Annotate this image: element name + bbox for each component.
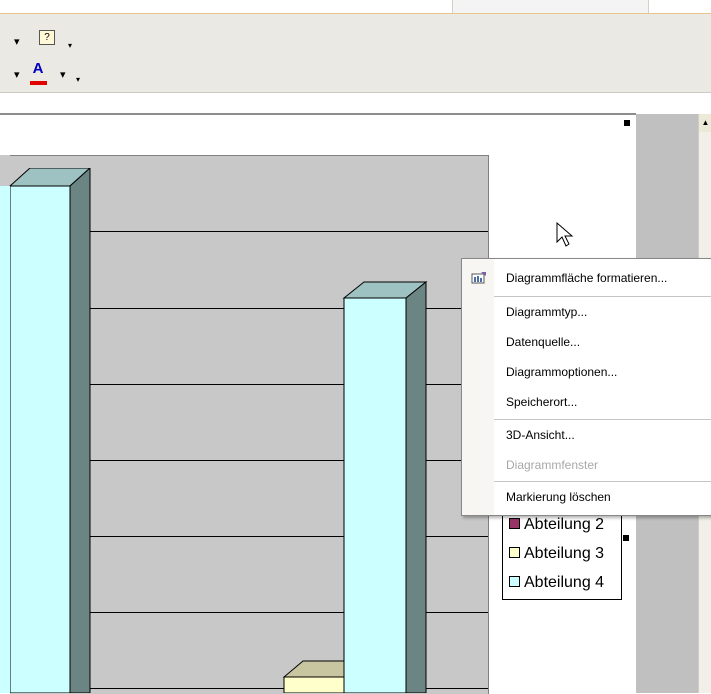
help-icon[interactable]: ? (39, 30, 55, 45)
menu-item-label: Speicherort... (506, 395, 578, 409)
font-color-swatch (30, 81, 47, 85)
bar-side-face (69, 168, 91, 693)
menu-item-label: 3D-Ansicht... (506, 428, 575, 442)
toolbar: ▾ ? ▾ ▾ A ▾ ▾ (0, 14, 711, 93)
menu-item-label: Diagrammtyp... (506, 305, 588, 319)
bar-side-face (405, 281, 427, 693)
bar-front-face (283, 676, 345, 693)
font-color-dropdown-arrow-icon[interactable]: ▾ (60, 70, 66, 81)
help-dropdown-arrow-icon[interactable]: ▾ (68, 40, 72, 51)
chart-top-border (0, 113, 636, 115)
menu-item-label: Diagrammfenster (506, 458, 599, 472)
bar-front-face-overflow (0, 186, 10, 693)
legend-handle[interactable] (623, 535, 629, 541)
legend-item: Abteilung 2 (509, 514, 604, 536)
bar-front-face (343, 297, 407, 693)
menu-item-label: Diagrammfläche formatieren... (506, 271, 668, 285)
menu-item-chart-type[interactable]: Diagrammtyp... (462, 297, 711, 327)
legend-swatch (509, 518, 520, 529)
font-color-icon[interactable]: A (29, 61, 47, 81)
mouse-cursor-icon (556, 222, 574, 247)
menu-item-data-source[interactable]: Datenquelle... (462, 327, 711, 357)
legend-item: Abteilung 3 (509, 543, 604, 565)
spacer-strip (0, 93, 711, 113)
menu-item-chart-window: Diagrammfenster (462, 450, 711, 480)
legend-label: Abteilung 2 (524, 516, 605, 533)
menu-item-chart-options[interactable]: Diagrammoptionen... (462, 357, 711, 387)
menu-item-label: Diagrammoptionen... (506, 365, 618, 379)
chart-legend[interactable]: Abteilung 2 Abteilung 3 Abteilung 4 (502, 510, 622, 600)
top-strip (0, 0, 711, 15)
dropdown-arrow-icon[interactable]: ▾ (14, 37, 20, 48)
menu-item-location[interactable]: Speicherort... (462, 387, 711, 417)
toolbar-options-arrow-icon[interactable]: ▾ (76, 74, 80, 85)
legend-label: Abteilung 3 (524, 545, 605, 562)
legend-swatch (509, 576, 520, 587)
menu-item-clear-selection[interactable]: Markierung löschen (462, 482, 711, 512)
chart-area-handle[interactable] (624, 120, 630, 126)
bar-front-face (9, 185, 71, 693)
format-chart-area-icon (471, 272, 486, 284)
bar-abteilung-4-right[interactable] (342, 281, 430, 693)
legend-swatch (509, 547, 520, 558)
context-menu: Diagrammfläche formatieren... Diagrammty… (461, 258, 711, 516)
menu-item-label: Markierung löschen (506, 490, 611, 504)
gridline (90, 231, 488, 232)
legend-label: Abteilung 4 (524, 574, 605, 591)
bar-abteilung-4-left[interactable] (0, 168, 92, 693)
menu-item-label: Datenquelle... (506, 335, 581, 349)
dropdown-arrow-icon[interactable]: ▾ (14, 70, 20, 81)
scroll-up-arrow-icon[interactable]: ▲ (699, 114, 711, 132)
menu-item-3d-view[interactable]: 3D-Ansicht... (462, 420, 711, 450)
menu-item-format-chart-area[interactable]: Diagrammfläche formatieren... (462, 263, 711, 293)
legend-item: Abteilung 4 (509, 572, 604, 594)
